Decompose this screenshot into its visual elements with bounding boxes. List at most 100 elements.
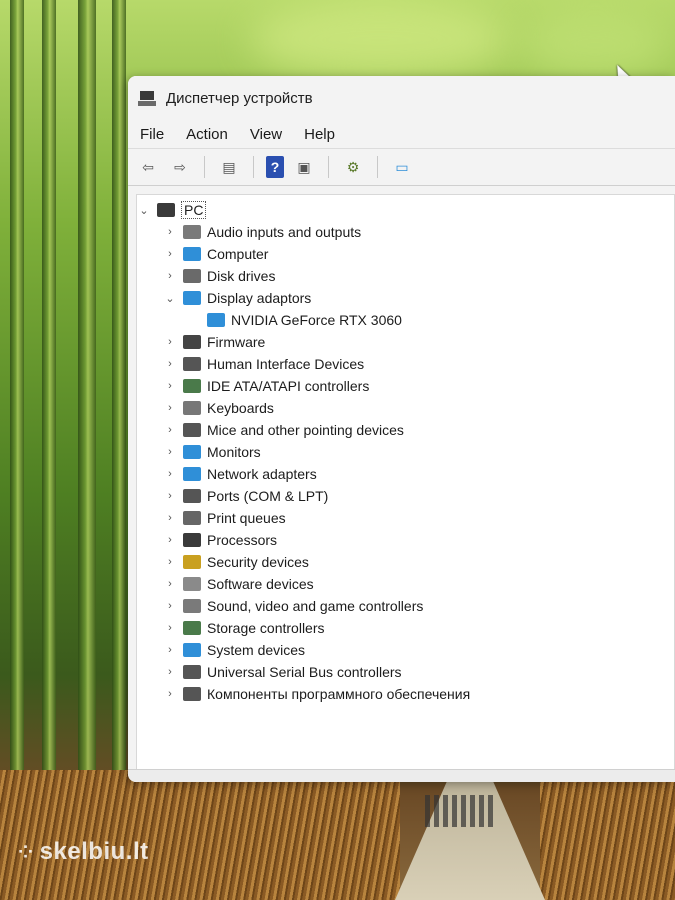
- chevron-down-icon[interactable]: ⌄: [137, 204, 151, 217]
- chevron-right-icon[interactable]: ›: [163, 512, 177, 524]
- bamboo-stalk: [112, 0, 126, 900]
- menu-help[interactable]: Help: [304, 126, 335, 143]
- tree-item[interactable]: › Mice and other pointing devices: [137, 419, 674, 441]
- device-tree[interactable]: ⌄ PC › Audio inputs and outputs › Computer ›…: [136, 194, 675, 770]
- chevron-right-icon[interactable]: ›: [163, 336, 177, 348]
- tree-item[interactable]: › System devices: [137, 639, 674, 661]
- forward-icon[interactable]: ⇨: [168, 156, 192, 178]
- chevron-right-icon[interactable]: ›: [163, 600, 177, 612]
- chevron-right-icon[interactable]: ›: [163, 226, 177, 238]
- tree-item[interactable]: › Human Interface Devices: [137, 353, 674, 375]
- toolbar-separator: [328, 156, 329, 178]
- back-icon[interactable]: ⇦: [136, 156, 160, 178]
- chip-icon: [183, 335, 201, 349]
- tree-item-label: Firmware: [207, 334, 266, 350]
- tree-item[interactable]: › Keyboards: [137, 397, 674, 419]
- tree-item-label: Computer: [207, 246, 269, 262]
- software-icon: [183, 577, 201, 591]
- tree-item-label: Print queues: [207, 510, 286, 526]
- chevron-down-icon[interactable]: ⌄: [163, 292, 177, 305]
- storage-icon: [183, 621, 201, 635]
- tree-item[interactable]: ⌄ Display adaptors: [137, 287, 674, 309]
- keyboard-icon: [183, 401, 201, 415]
- device-manager-icon: [138, 89, 156, 107]
- menu-action[interactable]: Action: [186, 126, 228, 143]
- tree-item-label: Компоненты программного обеспечения: [207, 686, 471, 702]
- tree-item[interactable]: › Security devices: [137, 551, 674, 573]
- chevron-right-icon[interactable]: ›: [163, 248, 177, 260]
- tree-item[interactable]: › Monitors: [137, 441, 674, 463]
- tree-item[interactable]: › Print queues: [137, 507, 674, 529]
- toolbar: ⇦ ⇨ ▤? ▣ ⚙ ▭: [128, 148, 675, 186]
- display-adapter-icon: [183, 291, 201, 305]
- watermark-text: skelbiu.lt: [39, 838, 149, 865]
- toolbar-separator: [377, 156, 378, 178]
- tree-item[interactable]: › Audio inputs and outputs: [137, 221, 674, 243]
- watermark-logo-icon: ⁘: [18, 842, 34, 863]
- grass: [0, 770, 400, 900]
- tree-item[interactable]: › Disk drives: [137, 265, 674, 287]
- menu-bar: File Action View Help: [128, 120, 675, 148]
- tree-item-label: Disk drives: [207, 268, 276, 284]
- mouse-icon: [183, 423, 201, 437]
- chevron-right-icon[interactable]: ›: [163, 446, 177, 458]
- tree-item-label: Human Interface Devices: [207, 356, 365, 372]
- view-icon[interactable]: ▣: [292, 156, 316, 178]
- properties-icon[interactable]: ▤: [217, 156, 241, 178]
- menu-view[interactable]: View: [250, 126, 282, 143]
- tree-item[interactable]: › Universal Serial Bus controllers: [137, 661, 674, 683]
- computer-icon: [157, 203, 175, 217]
- printer-icon: [183, 511, 201, 525]
- chevron-right-icon[interactable]: ›: [163, 622, 177, 634]
- tree-item[interactable]: › Sound, video and game controllers: [137, 595, 674, 617]
- chevron-right-icon[interactable]: ›: [163, 490, 177, 502]
- scan-hardware-icon[interactable]: ⚙: [341, 156, 365, 178]
- tree-root[interactable]: ⌄ PC: [137, 199, 674, 221]
- tree-item-label: System devices: [207, 642, 306, 658]
- chevron-right-icon[interactable]: ›: [163, 534, 177, 546]
- tree-item-label: IDE ATA/ATAPI controllers: [207, 378, 370, 394]
- tree-item[interactable]: › Software devices: [137, 573, 674, 595]
- menu-file[interactable]: File: [140, 126, 164, 143]
- component-icon: [183, 687, 201, 701]
- chevron-right-icon[interactable]: ›: [163, 666, 177, 678]
- security-icon: [183, 555, 201, 569]
- network-icon: [183, 467, 201, 481]
- bamboo-stalk: [78, 0, 96, 900]
- monitor-icon[interactable]: ▭: [390, 156, 414, 178]
- tree-item[interactable]: › Firmware: [137, 331, 674, 353]
- toolbar-separator: [253, 156, 254, 178]
- chevron-right-icon[interactable]: ›: [163, 688, 177, 700]
- chevron-right-icon[interactable]: ›: [163, 578, 177, 590]
- help-icon[interactable]: ?: [266, 156, 284, 178]
- status-bar: [128, 769, 675, 782]
- chevron-right-icon[interactable]: ›: [163, 358, 177, 370]
- tree-item[interactable]: › Network adapters: [137, 463, 674, 485]
- tree-root-label: PC: [181, 201, 207, 219]
- chevron-right-icon[interactable]: ›: [163, 424, 177, 436]
- tree-item-label: Audio inputs and outputs: [207, 224, 362, 240]
- tree-item[interactable]: NVIDIA GeForce RTX 3060: [137, 309, 674, 331]
- tree-item[interactable]: › IDE ATA/ATAPI controllers: [137, 375, 674, 397]
- grass: [540, 770, 675, 900]
- people-silhouettes: [425, 795, 495, 827]
- title-bar[interactable]: Диспетчер устройств: [128, 76, 675, 120]
- tree-item[interactable]: › Storage controllers: [137, 617, 674, 639]
- chevron-right-icon[interactable]: ›: [163, 556, 177, 568]
- tree-item[interactable]: › Computer: [137, 243, 674, 265]
- tree-item-label: Processors: [207, 532, 278, 548]
- display-adapter-icon: [207, 313, 225, 327]
- tree-item-label: Mice and other pointing devices: [207, 422, 404, 438]
- chevron-right-icon[interactable]: ›: [163, 644, 177, 656]
- tree-item-label: Monitors: [207, 444, 261, 460]
- tree-item[interactable]: › Ports (COM & LPT): [137, 485, 674, 507]
- chevron-right-icon[interactable]: ›: [163, 270, 177, 282]
- chevron-right-icon[interactable]: ›: [163, 468, 177, 480]
- tree-item[interactable]: › Processors: [137, 529, 674, 551]
- chevron-right-icon[interactable]: ›: [163, 380, 177, 392]
- chevron-right-icon[interactable]: ›: [163, 402, 177, 414]
- tree-item-label: Display adaptors: [207, 290, 312, 306]
- tree-item-label: Ports (COM & LPT): [207, 488, 329, 504]
- system-icon: [183, 643, 201, 657]
- tree-item[interactable]: › Компоненты программного обеспечения: [137, 683, 674, 705]
